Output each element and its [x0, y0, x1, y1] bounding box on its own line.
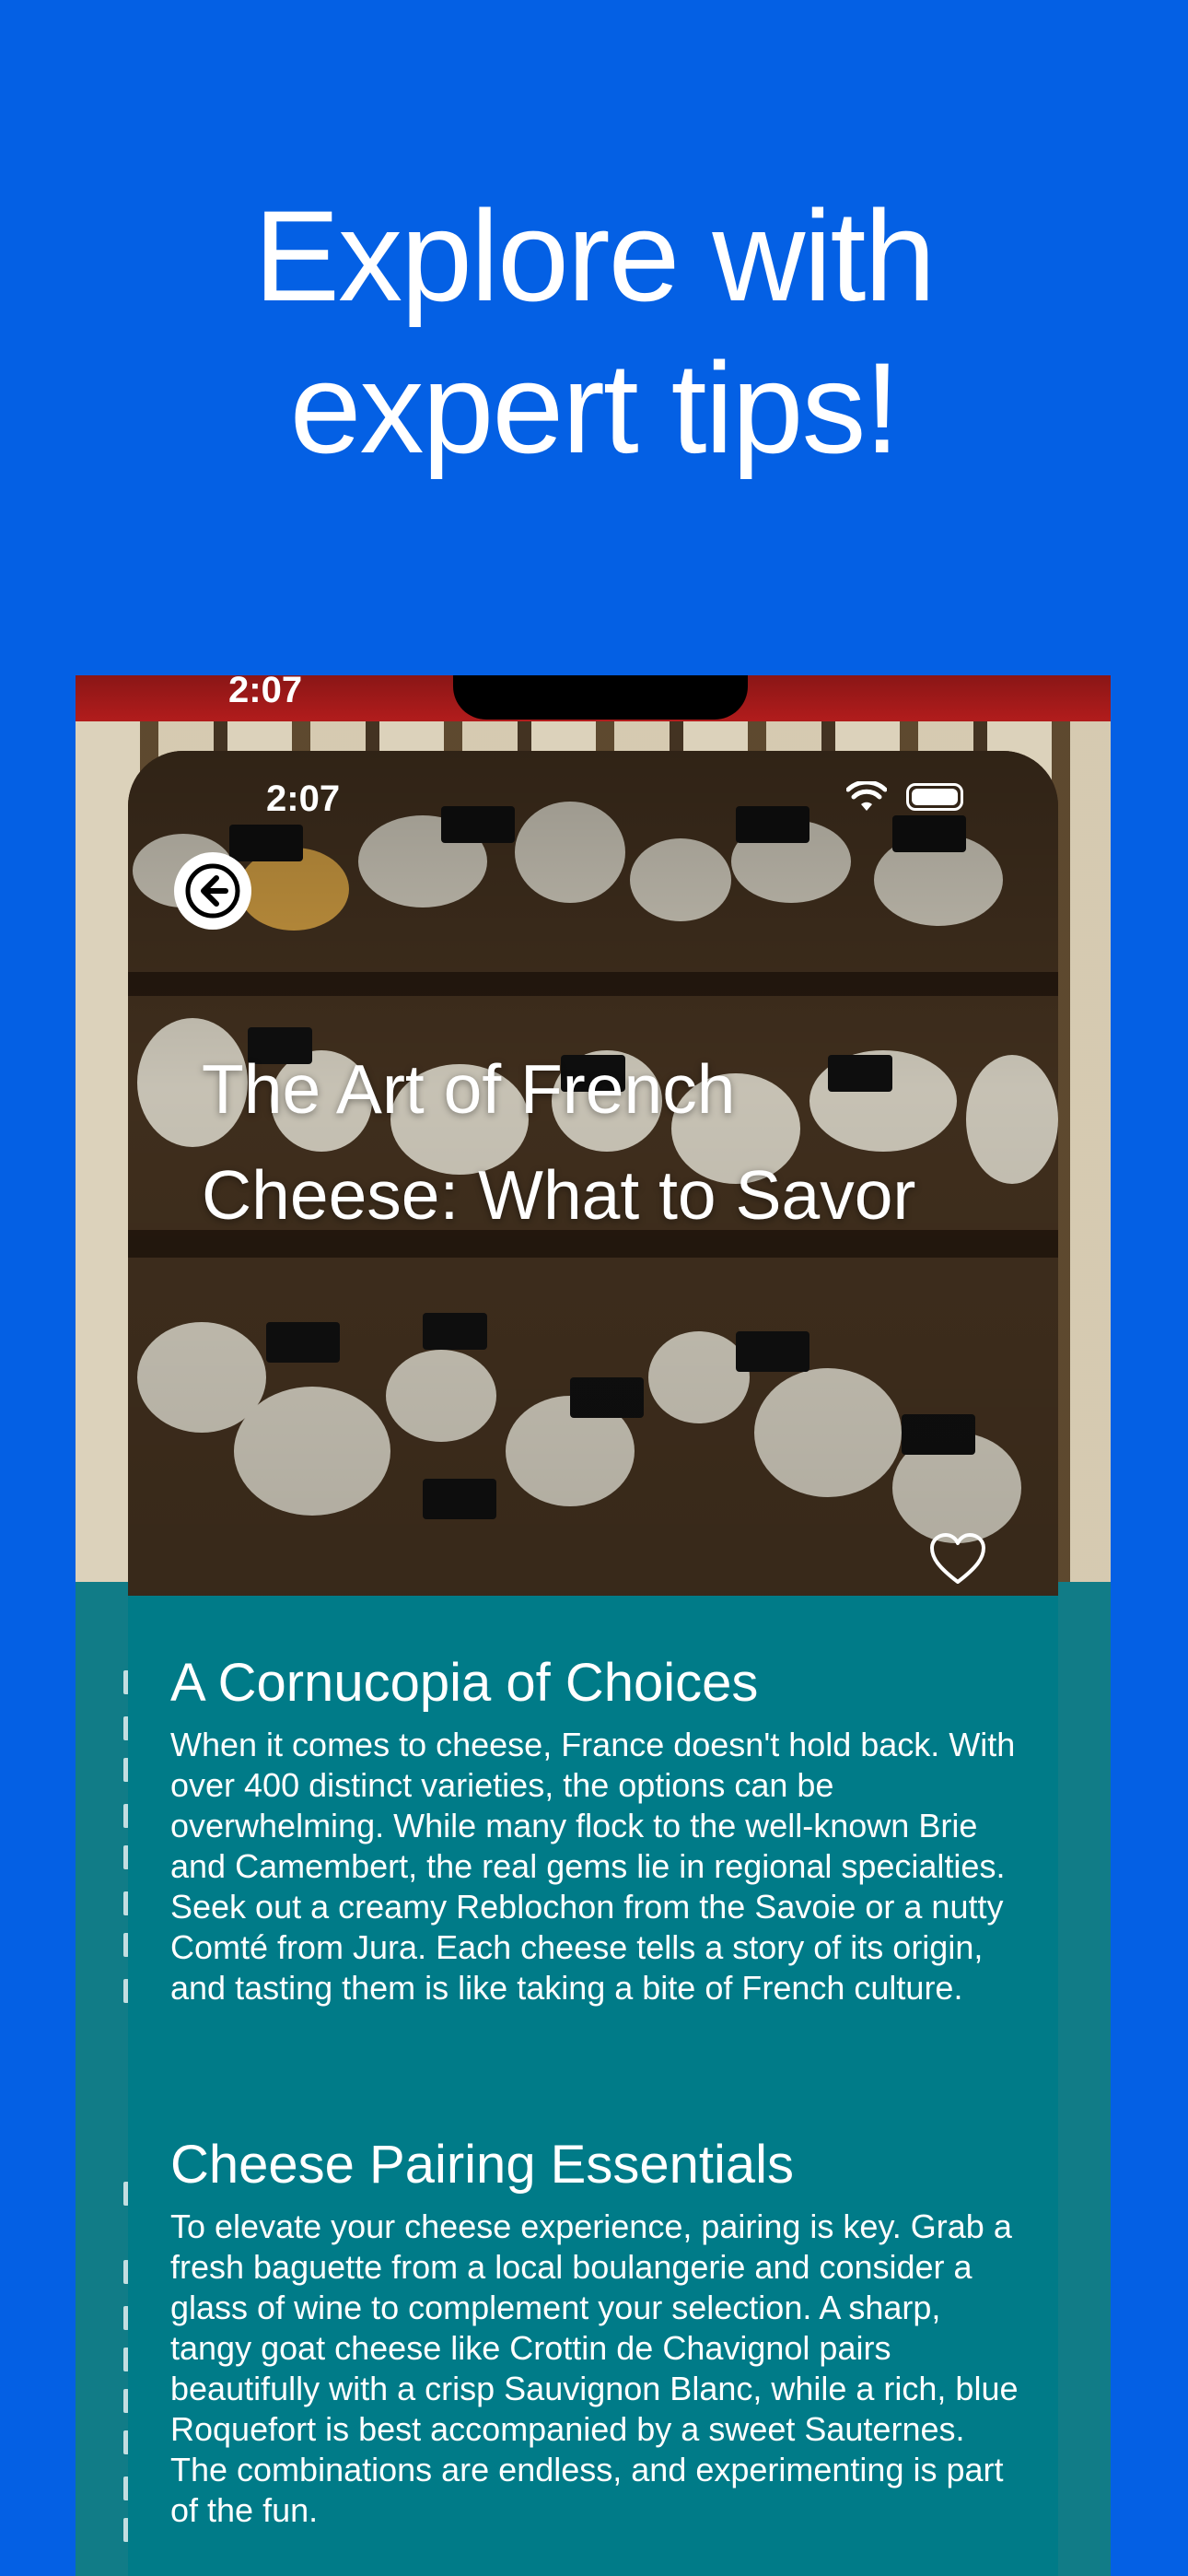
promo-headline-line1: Explore with [253, 183, 937, 328]
article-content: A Cornucopia of Choices When it comes to… [128, 1596, 1058, 2576]
section-heading: A Cornucopia of Choices [170, 1653, 759, 1713]
background-status-time: 2:07 [228, 675, 303, 710]
promo-headline-line2: expert tips! [289, 335, 901, 480]
article-title-line1: The Art of French [202, 1050, 736, 1128]
article-section: Cheese Pairing Essentials To elevate you… [170, 2133, 1027, 2531]
article-title: The Art of French Cheese: What to Savor [202, 1036, 1012, 1248]
device-screenshot: 2:07 The Art of French Cheese: What to S… [128, 751, 1058, 2576]
hero-image: 2:07 The Art of French Cheese: What to S… [128, 751, 1058, 1596]
section-body: To elevate your cheese experience, pairi… [170, 2207, 1019, 2529]
arrow-left-icon [185, 863, 240, 919]
status-time: 2:07 [266, 779, 341, 819]
section-heading: Cheese Pairing Essentials [170, 2135, 795, 2195]
status-bar: 2:07 [128, 751, 1058, 843]
battery-icon [906, 783, 963, 811]
heart-icon[interactable] [929, 1532, 986, 1586]
article-title-line2: Cheese: What to Savor [202, 1156, 916, 1234]
back-button[interactable] [174, 852, 251, 930]
background-notch [453, 675, 748, 720]
promo-headline: Explore with expert tips! [0, 180, 1188, 484]
article-section: A Cornucopia of Choices When it comes to… [170, 1651, 1027, 2008]
wifi-icon [846, 781, 887, 811]
section-body: When it comes to cheese, France doesn't … [170, 1726, 1016, 2007]
